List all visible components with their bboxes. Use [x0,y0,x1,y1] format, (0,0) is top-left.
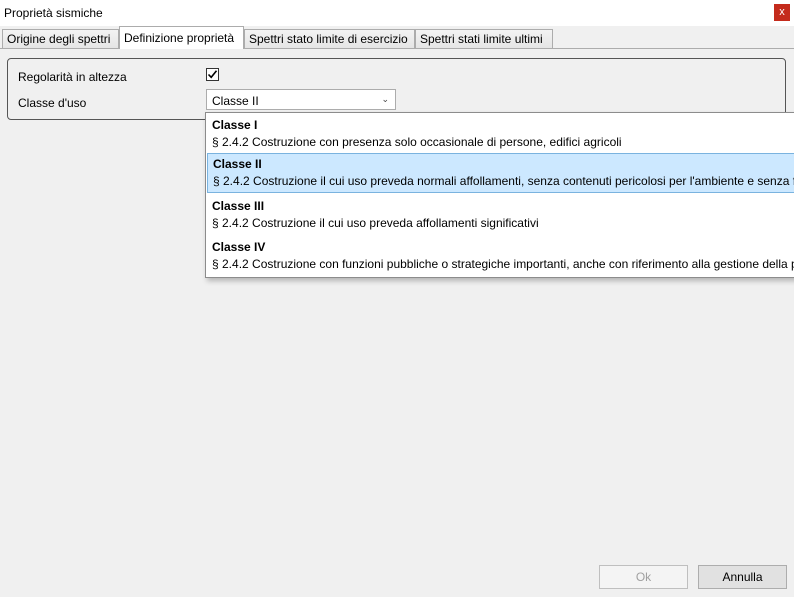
dropdown-option-classe-3[interactable]: Classe III § 2.4.2 Costruzione il cui us… [207,196,794,236]
option-description: § 2.4.2 Costruzione il cui uso preveda a… [212,216,539,230]
regularity-checkbox[interactable] [206,68,219,81]
title-bar: Proprietà sismiche x [0,0,794,26]
tab-label: Spettri stati limite ultimi [420,32,543,46]
option-name: Classe III [212,199,265,213]
dropdown-option-classe-4[interactable]: Classe IV § 2.4.2 Costruzione con funzio… [207,237,794,277]
tab-definizione-proprieta[interactable]: Definizione proprietà [119,26,244,49]
window-title: Proprietà sismiche [4,6,103,20]
option-name: Classe II [213,157,262,171]
tab-label: Definizione proprietà [124,31,235,45]
class-combobox[interactable]: Classe II ⌄ [206,89,396,110]
tab-label: Origine degli spettri [7,32,111,46]
class-dropdown-list: Classe I § 2.4.2 Costruzione con presenz… [205,112,794,278]
regularity-label: Regolarità in altezza [18,70,127,84]
checkmark-icon [207,70,218,79]
close-icon: x [779,6,785,18]
tab-spettri-esercizio[interactable]: Spettri stato limite di esercizio [244,29,415,48]
tab-origine-spettri[interactable]: Origine degli spettri [2,29,119,48]
cancel-button[interactable]: Annulla [698,565,787,589]
tab-strip: Origine degli spettri Definizione propri… [0,26,794,49]
option-description: § 2.4.2 Costruzione con presenza solo oc… [212,135,622,149]
option-name: Classe IV [212,240,266,254]
close-button[interactable]: x [774,4,790,21]
ok-button[interactable]: Ok [599,565,688,589]
class-combobox-value: Classe II [212,94,259,108]
tab-spettri-ultimi[interactable]: Spettri stati limite ultimi [415,29,553,48]
option-description: § 2.4.2 Costruzione il cui uso preveda n… [213,174,794,188]
dropdown-option-classe-1[interactable]: Classe I § 2.4.2 Costruzione con presenz… [207,115,794,155]
option-description: § 2.4.2 Costruzione con funzioni pubblic… [212,257,794,271]
option-name: Classe I [212,118,258,132]
tab-label: Spettri stato limite di esercizio [249,32,408,46]
dropdown-option-classe-2[interactable]: Classe II § 2.4.2 Costruzione il cui uso… [207,153,794,193]
chevron-down-icon: ⌄ [381,94,389,104]
properties-group [7,58,786,120]
class-label: Classe d'uso [18,96,87,110]
